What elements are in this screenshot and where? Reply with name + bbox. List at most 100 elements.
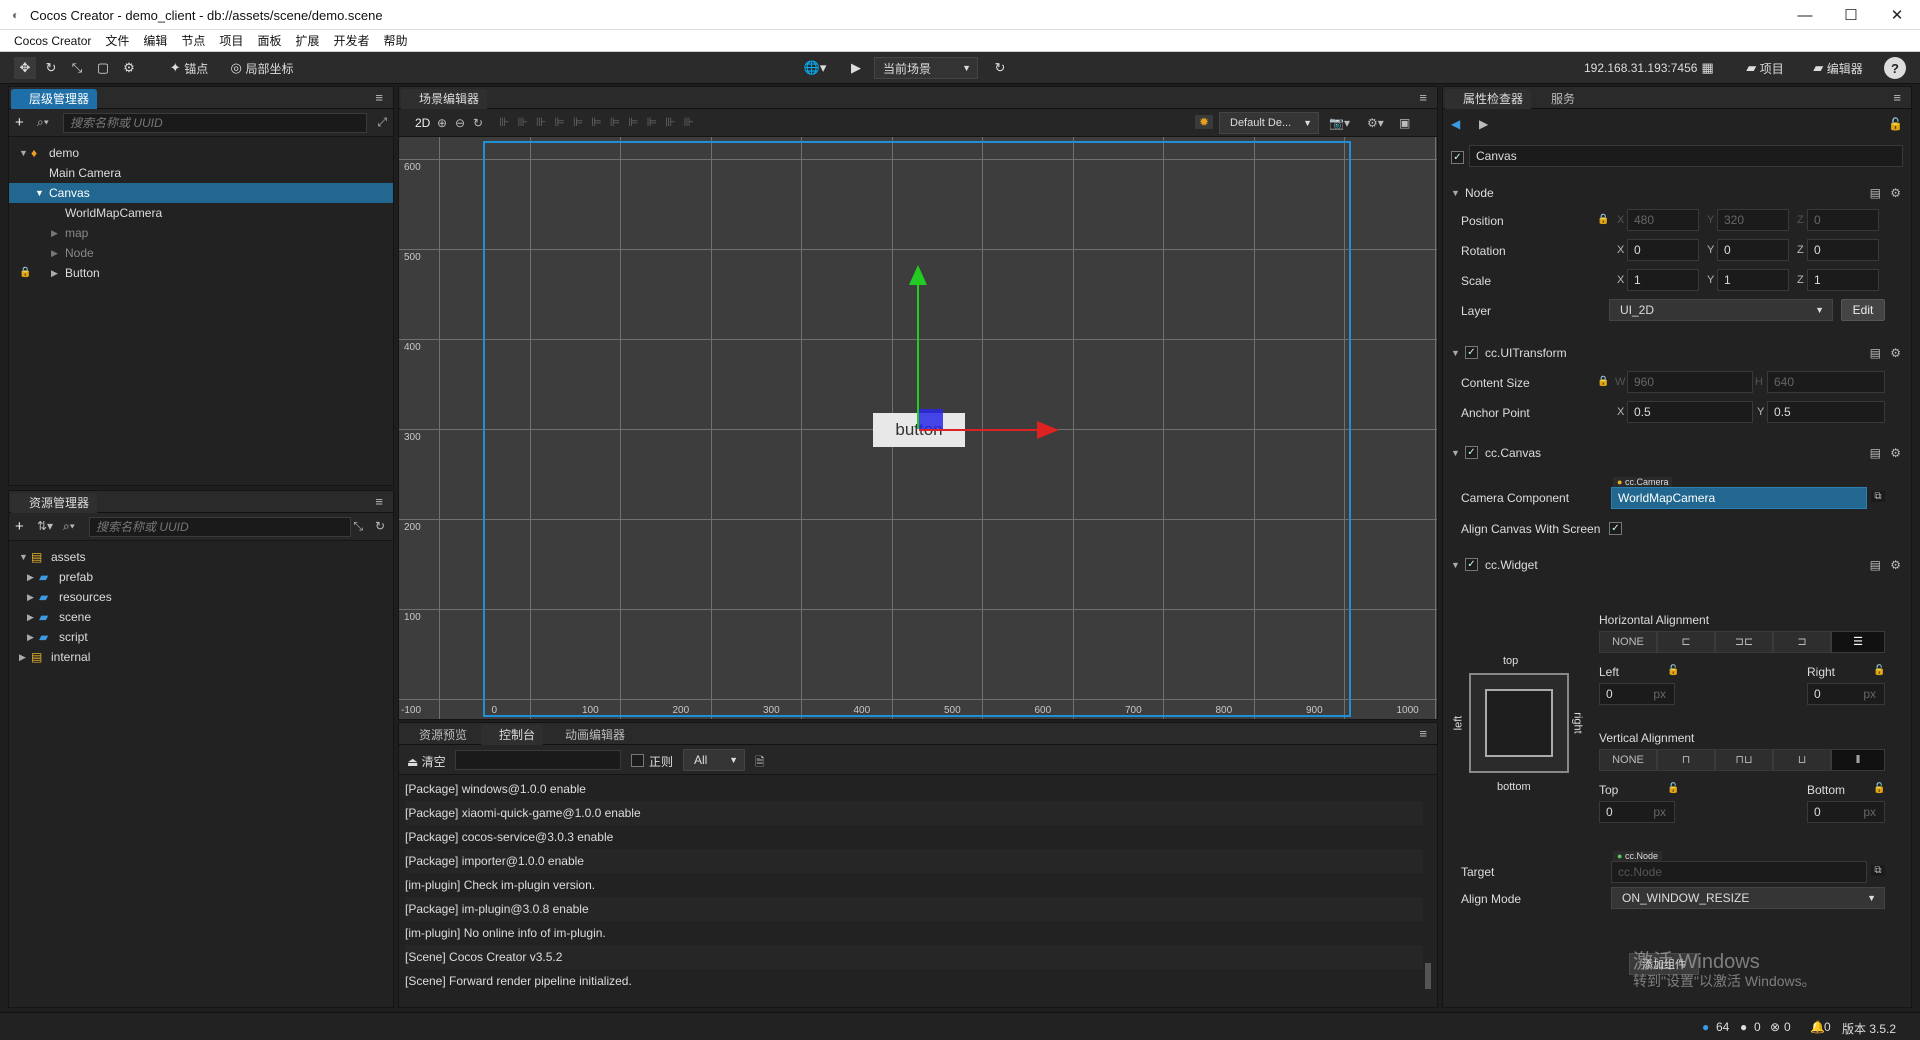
collapse-arrow-icon[interactable]: ▶ [51,243,58,263]
tree-node-node[interactable]: ▶ Node [9,243,393,263]
asset-assets[interactable]: ▼ ▤ assets [9,547,393,567]
minimize-button[interactable]: — [1782,0,1828,30]
widget-alignment-box[interactable] [1469,673,1569,773]
console-log-row[interactable]: [Package] importer@1.0.0 enable [405,849,1423,873]
h-align-left-icon[interactable]: ⊏ [1657,631,1715,653]
gear-icon[interactable]: ⚙ [1890,346,1901,360]
tab-animation-editor[interactable]: 动画编辑器 [547,725,633,745]
zoom-out-icon[interactable]: ⊖ [455,116,465,130]
asset-internal[interactable]: ▶ ▤ internal [9,647,393,667]
rotate-tool-icon[interactable]: ↻ [40,57,62,79]
canvas-enabled-checkbox[interactable]: ✓ [1465,446,1478,459]
gear-icon[interactable]: ⚙ [1890,558,1901,572]
regex-checkbox[interactable] [631,754,644,767]
tree-node-map[interactable]: ▶ map [9,223,393,243]
pick-node-icon[interactable]: ⧉ [1871,491,1885,502]
v-align-stretch-icon[interactable]: ‖ [1831,749,1885,771]
layout-select[interactable]: Default De... ▼ [1219,112,1319,134]
panel-menu-icon[interactable]: ≡ [1419,726,1427,741]
local-coord-toggle[interactable]: ◎ 局部坐标 [226,57,298,79]
tree-node-worldmapcamera[interactable]: WorldMapCamera [9,203,393,223]
console-log-row[interactable]: [im-plugin] No online info of im-plugin. [405,921,1423,945]
error-count[interactable]: 0 [1784,1020,1791,1034]
tab-hierarchy[interactable]: 层级管理器 [11,89,98,109]
refresh-icon[interactable]: ↻ [375,519,385,533]
grid-icon[interactable]: ▣ [1399,116,1410,130]
expand-arrow-icon[interactable]: ▼ [19,547,28,567]
menu-file[interactable]: 文件 [105,32,129,49]
assets-search-input[interactable]: 搜索名称或 UUID [89,517,351,537]
uitransform-section-header[interactable]: ▼ ✓ cc.UITransform ▤ ⚙ [1443,341,1911,365]
menu-cocos[interactable]: Cocos Creator [14,34,91,48]
layer-select[interactable]: UI_2D ▼ [1609,299,1833,321]
info-count[interactable]: 64 [1716,1020,1729,1034]
lock-icon[interactable]: 🔒 [1597,376,1609,387]
search-icon[interactable]: ⌕▾ [37,115,49,130]
v-align-middle-icon[interactable]: ⊓⊔ [1715,749,1773,771]
left-input[interactable]: 0 px [1599,683,1675,705]
gizmo-y-axis[interactable] [917,281,919,429]
gear-icon[interactable]: ⚙ [1890,186,1901,200]
pick-node-icon[interactable]: ⧉ [1871,865,1885,876]
pivot-toggle[interactable]: ✦ 锚点 [162,57,216,79]
unlock-icon[interactable]: 🔓 [1667,783,1679,794]
gear-icon[interactable]: ⚙▾ [1367,116,1384,130]
rotation-y-input[interactable]: 0 [1717,239,1789,261]
h-align-none-button[interactable]: NONE [1599,631,1657,653]
hierarchy-search-input[interactable]: 搜索名称或 UUID [63,113,367,133]
menu-extension[interactable]: 扩展 [295,32,319,49]
editor-button[interactable]: ▰ 编辑器 [1808,57,1868,79]
align-tools-icon[interactable]: ⊪⊪⊪⊫⊫⊫⊫⊫⊫⊪⊪ [499,115,702,129]
collapse-arrow-icon[interactable]: ▶ [27,567,34,587]
light-icon[interactable]: ✹ [1195,115,1213,129]
v-align-bottom-icon[interactable]: ⊔ [1773,749,1831,771]
rect-tool-icon[interactable]: ▢ [92,57,114,79]
clear-button[interactable]: ⏏ 清空 [407,753,446,770]
scale-z-input[interactable]: 1 [1807,269,1879,291]
layer-edit-button[interactable]: Edit [1841,299,1885,321]
zoom-in-icon[interactable]: ⊕ [437,116,447,130]
widget-section-header[interactable]: ▼ ✓ cc.Widget ▤ ⚙ [1443,553,1911,577]
platform-globe-icon[interactable]: 🌐▾ [800,57,830,79]
collapse-arrow-icon[interactable]: ▶ [19,647,26,667]
panel-menu-icon[interactable]: ≡ [1419,90,1427,105]
tree-node-button[interactable]: 🔒 ▶ Button [9,263,393,283]
move-tool-icon[interactable]: ✥ [14,57,36,79]
log-level-select[interactable]: All ▼ [683,749,745,771]
asset-prefab[interactable]: ▶ ▰ prefab [9,567,393,587]
tree-node-demo[interactable]: ▼ ♦ demo [9,143,393,163]
panel-menu-icon[interactable]: ≡ [375,494,383,509]
lock-icon[interactable]: 🔒 [19,263,31,283]
target-field[interactable]: cc.Node [1611,861,1867,883]
expand-icon[interactable]: ⤢ [377,115,387,130]
unlock-icon[interactable]: 🔓 [1873,783,1885,794]
align-canvas-checkbox[interactable]: ✓ [1609,522,1622,535]
scene-select[interactable]: 当前场景 ▼ [874,57,978,79]
lock-icon[interactable]: 🔓 [1888,117,1903,131]
expand-arrow-icon[interactable]: ▼ [1451,348,1460,358]
console-log-row[interactable]: [Scene] Forward render pipeline initiali… [405,969,1423,993]
mode-2d-toggle[interactable]: 2D [415,116,430,130]
console-scrollbar[interactable] [1425,963,1431,989]
console-log-row[interactable]: [Package] im-plugin@3.0.8 enable [405,897,1423,921]
add-icon[interactable]: + [15,114,24,131]
node-section-header[interactable]: ▼ Node ▤ ⚙ [1443,181,1911,205]
console-log-row[interactable]: [im-plugin] Check im-plugin version. [405,873,1423,897]
scale-x-input[interactable]: 1 [1627,269,1699,291]
collapse-arrow-icon[interactable]: ▶ [27,607,34,627]
panel-menu-icon[interactable]: ≡ [1893,90,1901,105]
collapse-arrow-icon[interactable]: ▶ [27,627,34,647]
log-file-icon[interactable]: 🗎 [755,753,765,774]
scale-tool-icon[interactable]: ⤡ [66,57,88,79]
tab-asset-preview[interactable]: 资源预览 [401,725,475,745]
node-name-input[interactable]: Canvas [1469,145,1903,167]
gear-icon[interactable]: ⚙ [1890,446,1901,460]
expand-arrow-icon[interactable]: ▼ [1451,448,1460,458]
tab-service[interactable]: 服务 [1533,89,1583,109]
asset-script[interactable]: ▶ ▰ script [9,627,393,647]
bottom-input[interactable]: 0 px [1807,801,1885,823]
collapse-all-icon[interactable]: ⤡ [353,519,363,534]
maximize-button[interactable]: ☐ [1828,0,1874,30]
server-address[interactable]: 192.168.31.193:7456 ▦ [1584,57,1734,79]
play-button[interactable]: ▶ [846,57,866,79]
